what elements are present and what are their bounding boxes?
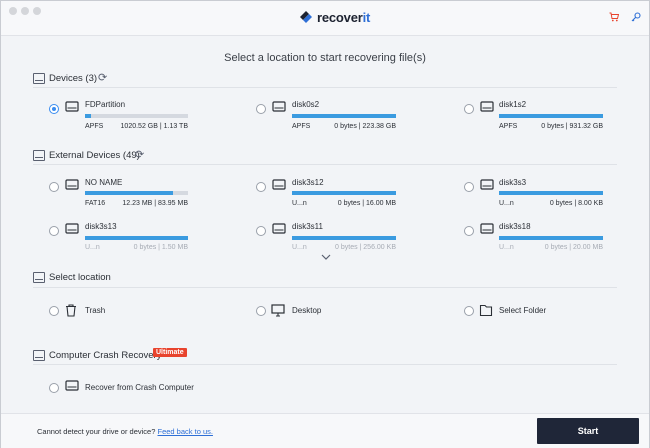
hard-drive-icon [480,101,494,112]
radio-button[interactable] [49,306,59,316]
radio-button[interactable] [464,182,474,192]
drive-size: 0 bytes | 8.00 KB [549,200,603,207]
brand-accent: it [362,10,371,25]
close-window-button[interactable] [9,7,17,15]
radio-button[interactable] [464,104,474,114]
radio-button[interactable] [256,182,266,192]
usage-bar [292,114,396,118]
hard-drive-icon [65,179,79,190]
title-bar: recoverit [1,1,649,36]
drive-size: 0 bytes | 931.32 GB [541,123,603,130]
hard-drive-icon [480,179,494,190]
refresh-icon[interactable]: ⟳ [98,71,107,84]
usage-bar [499,191,603,195]
file-system: U...n [85,244,100,251]
hard-drive-icon [33,272,45,283]
drive-name: disk3s11 [292,222,323,231]
divider [33,87,617,88]
expand-chevron-down-icon[interactable] [321,252,331,263]
hard-drive-icon [272,223,286,234]
drive-size: 0 bytes | 20.00 MB [544,244,603,251]
drive-name: disk3s18 [499,222,531,231]
usage-bar [85,236,188,240]
drive-size: 0 bytes | 1.50 MB [133,244,188,251]
folder-icon [479,304,493,317]
drive-name: FDPartition [85,100,126,109]
hard-drive-icon [272,179,286,190]
hard-drive-icon [33,73,45,84]
drive-name: disk3s12 [292,178,324,187]
divider [33,364,617,365]
brand-main: recover [317,10,363,25]
drive-name: disk3s3 [499,178,527,187]
radio-button[interactable] [464,226,474,236]
cart-icon[interactable] [609,12,620,25]
recoverit-logo-icon [300,11,312,23]
hard-drive-icon [33,350,45,361]
usage-bar [499,236,603,240]
drive-name: disk3s13 [85,222,117,231]
file-system: U...n [499,244,514,251]
drive-name: disk1s2 [499,100,527,109]
usage-bar [499,114,603,118]
radio-button[interactable] [49,182,59,192]
footer-prefix: Cannot detect your drive or device? [37,427,156,436]
radio-button[interactable] [256,104,266,114]
feedback-link[interactable]: Feed back to us. [158,427,213,436]
hard-drive-icon [65,223,79,234]
drive-size: 0 bytes | 16.00 MB [337,200,396,207]
page-title: Select a location to start recovering fi… [224,52,426,64]
usage-bar [292,236,396,240]
file-system: U...n [499,200,514,207]
radio-button[interactable] [464,306,474,316]
ultimate-badge: Ultimate [153,348,187,357]
hard-drive-icon [65,380,79,391]
trash-icon [66,304,76,317]
location-name: Select Folder [499,306,547,315]
desktop-icon [271,304,285,317]
hard-drive-icon [33,150,45,161]
hard-drive-icon [480,223,494,234]
footer-text: Cannot detect your drive or device? Feed… [37,427,213,436]
location-name: Trash [85,306,106,315]
drive-size: 1020.52 GB | 1.13 TB [120,123,188,130]
app-window: recoverit Select a location to start rec… [0,0,650,448]
drive-name: disk0s2 [292,100,320,109]
section-title-crash-recovery: Computer Crash Recovery [49,350,162,361]
crash-recovery-label: Recover from Crash Computer [85,383,194,392]
refresh-icon[interactable]: ⟳ [135,148,144,161]
drive-size: 0 bytes | 256.00 KB [335,244,396,251]
radio-button[interactable] [256,306,266,316]
divider [33,164,617,165]
divider [33,287,617,288]
zoom-window-button[interactable] [33,7,41,15]
usage-bar [85,114,188,118]
app-logo: recoverit [299,10,370,25]
usage-bar [292,191,396,195]
drive-size: 12.23 MB | 83.95 MB [122,200,188,207]
section-title-external-devices: External Devices (49) [49,150,140,161]
radio-button[interactable] [49,383,59,393]
radio-button[interactable] [49,104,59,114]
start-button[interactable]: Start [537,418,639,444]
key-icon[interactable] [631,12,641,25]
section-title-select-location: Select location [49,272,111,283]
minimize-window-button[interactable] [21,7,29,15]
usage-bar [85,191,188,195]
drive-size: 0 bytes | 223.38 GB [334,123,396,130]
hard-drive-icon [65,101,79,112]
file-system: U...n [292,244,307,251]
radio-button[interactable] [256,226,266,236]
file-system: U...n [292,200,307,207]
location-name: Desktop [292,306,322,315]
hard-drive-icon [272,101,286,112]
section-title-devices: Devices (3) [49,73,98,84]
radio-button[interactable] [49,226,59,236]
drive-name: NO NAME [85,178,123,187]
